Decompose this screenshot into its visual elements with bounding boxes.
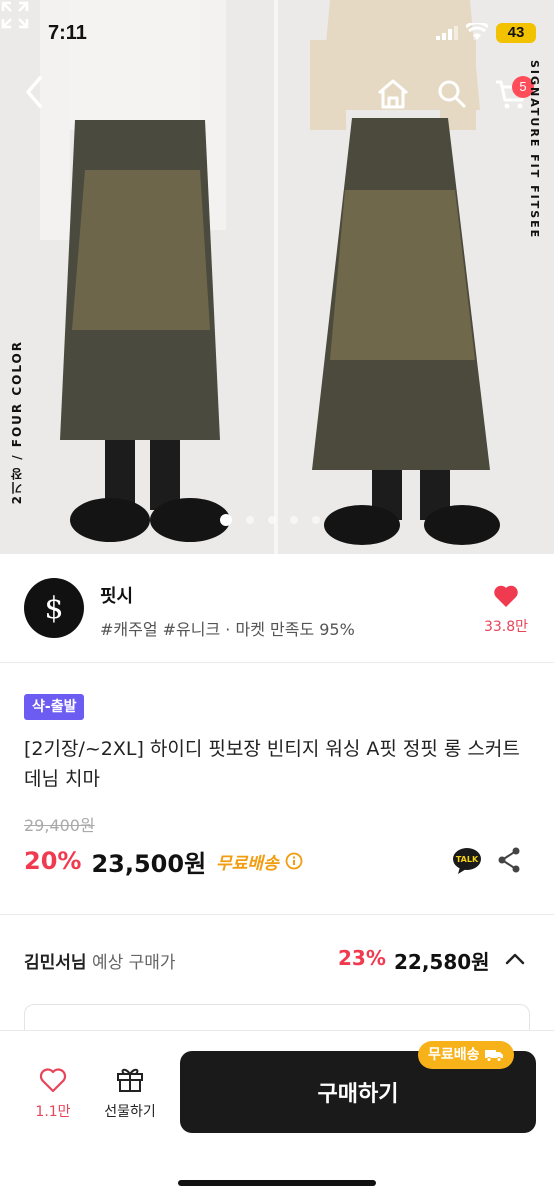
cellular-signal-icon: [436, 26, 458, 40]
original-price: 29,400원: [24, 816, 95, 835]
delivery-badge: 샥-출발: [24, 694, 85, 720]
expected-price-section[interactable]: 김민서님 예상 구매가 23% 22,580원: [0, 916, 554, 1002]
expected-discount-rate: 23%: [338, 946, 386, 970]
back-arrow-icon: [26, 76, 42, 108]
expand-icon[interactable]: [0, 0, 30, 30]
carousel-dot[interactable]: [220, 514, 232, 526]
seller-name[interactable]: 핏시: [100, 582, 133, 608]
seller-section[interactable]: $ 핏시 #캐주얼 #유니크 · 마켓 만족도 95% 33.8만: [0, 554, 554, 662]
free-shipping-pill: 무료배송: [418, 1041, 514, 1069]
discount-rate: 20%: [24, 847, 82, 875]
seller-tags: #캐주얼 #유니크 · 마켓 만족도 95%: [100, 620, 355, 639]
share-icon[interactable]: [496, 846, 522, 874]
home-indicator: [178, 1180, 376, 1186]
info-icon[interactable]: [285, 852, 303, 870]
truck-icon: [484, 1050, 503, 1062]
chevron-up-icon[interactable]: [504, 948, 526, 970]
status-bar: 7:11 43: [0, 0, 554, 60]
free-shipping-pill-label: 무료배송: [428, 1047, 480, 1063]
bottom-action-bar: 1.1만 선물하기 구매하기 무료배송: [0, 1030, 554, 1200]
product-image-carousel[interactable]: 7:11 43 5 2기장 / FOUR COLOR SIGNATURE FIT…: [0, 0, 554, 554]
carousel-dot[interactable]: [290, 516, 298, 524]
wishlist-count: 1.1만: [35, 1104, 71, 1120]
battery-indicator: 43: [496, 23, 536, 43]
seller-logo[interactable]: $: [24, 578, 84, 638]
home-button[interactable]: [376, 78, 414, 116]
seller-like-count: 33.8만: [483, 619, 529, 635]
seller-like-button[interactable]: 33.8만: [478, 584, 534, 640]
carousel-indicator: [220, 514, 320, 526]
user-name: 김민서님: [24, 953, 87, 973]
carousel-dot[interactable]: [312, 516, 320, 524]
talk-icon: TALK: [453, 848, 481, 874]
back-button[interactable]: [24, 76, 60, 120]
side-caption-right: SIGNATURE FIT FITSEE: [528, 60, 548, 240]
expected-price: 22,580원: [394, 950, 490, 974]
gift-icon: [117, 1068, 143, 1092]
carousel-dot[interactable]: [246, 516, 254, 524]
product-page: 7:11 43 5 2기장 / FOUR COLOR SIGNATURE FIT…: [0, 0, 554, 1200]
expected-price-label: 김민서님 예상 구매가: [24, 948, 176, 973]
side-caption-right-text: SIGNATURE FIT FITSEE: [528, 60, 541, 240]
gift-label: 선물하기: [104, 1104, 156, 1120]
price-row: 20% 23,500원 무료배송: [24, 844, 303, 878]
gift-button[interactable]: 선물하기: [96, 1065, 164, 1121]
heart-filled-icon: [494, 585, 518, 607]
search-button[interactable]: [436, 78, 474, 116]
heart-outline-icon: [39, 1068, 67, 1093]
free-shipping-label: 무료배송: [216, 853, 279, 874]
wifi-icon: [466, 23, 488, 40]
search-icon: [438, 80, 466, 108]
wishlist-button[interactable]: 1.1만: [28, 1067, 78, 1121]
side-caption-left: 2기장 / FOUR COLOR: [8, 340, 28, 540]
product-title: [2기장/~2XL] 하이디 핏보장 빈티지 워싱 A핏 정핏 롱 스커트 데님…: [24, 738, 520, 790]
section-divider: [0, 662, 554, 663]
home-icon: [378, 79, 408, 109]
side-caption-left-text: 2기장 / FOUR COLOR: [10, 340, 24, 505]
expected-price-text: 예상 구매가: [91, 953, 176, 973]
talk-button[interactable]: TALK: [452, 846, 482, 876]
sale-price: 23,500원: [91, 849, 207, 878]
carousel-dot[interactable]: [268, 516, 276, 524]
section-divider: [0, 914, 554, 915]
status-time: 7:11: [48, 22, 87, 44]
talk-label: TALK: [456, 855, 479, 864]
